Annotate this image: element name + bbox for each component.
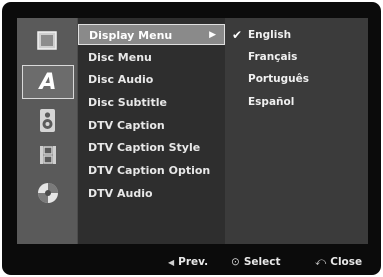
option-espanol[interactable]: Español [225,92,368,112]
close-hint[interactable]: ⤺ Close [315,252,362,272]
speaker-icon [40,109,55,132]
option-label: Português [248,73,309,85]
osd-frame: A Display Menu ▶ Disc Menu Disc Audio Di… [2,2,381,275]
prev-label: Prev. [178,256,209,268]
prev-hint[interactable]: ◀ Prev. [168,252,208,273]
tab-lock[interactable] [22,138,74,172]
menu-item-dtv-audio[interactable]: DTV Audio [78,183,225,204]
disc-icon [38,183,58,203]
option-label: Español [248,96,295,108]
select-hint[interactable]: ⊙ Select [231,252,280,272]
menu-item-dtv-caption-option[interactable]: DTV Caption Option [78,160,225,181]
category-tab-column: A [17,18,77,244]
return-icon: ⤺ [315,256,327,268]
menu-item-disc-audio[interactable]: Disc Audio [78,69,225,90]
language-option-list: ✔ English Français Português Español [225,18,368,244]
menu-item-label: Disc Menu [88,51,152,64]
setup-menu-list: Display Menu ▶ Disc Menu Disc Audio Disc… [78,18,225,244]
menu-item-label: DTV Caption [88,119,165,132]
tab-display[interactable] [22,24,74,58]
menu-item-label: Disc Subtitle [88,96,167,109]
menu-item-dtv-caption[interactable]: DTV Caption [78,115,225,136]
checkmark-icon: ✔ [232,28,243,42]
option-label: Français [248,51,298,63]
display-icon [37,31,57,50]
submenu-arrow-icon: ▶ [209,30,216,40]
menu-item-dtv-caption-style[interactable]: DTV Caption Style [78,137,225,158]
tab-audio[interactable] [22,104,74,138]
option-label: English [248,29,292,41]
select-label: Select [243,256,281,268]
menu-item-display-menu[interactable]: Display Menu ▶ [78,24,225,45]
tab-language[interactable]: A [22,65,74,99]
menu-item-disc-subtitle[interactable]: Disc Subtitle [78,92,225,113]
button-guide-bar: ◀ Prev. ⊙ Select ⤺ Close [2,252,381,272]
menu-item-label: DTV Audio [88,187,153,200]
menu-item-label: DTV Caption Option [88,164,211,177]
option-portugues[interactable]: Português [225,69,368,89]
option-english[interactable]: ✔ English [225,25,368,45]
enter-button-icon: ⊙ [231,256,240,268]
setup-menu-panel: A Display Menu ▶ Disc Menu Disc Audio Di… [17,18,368,244]
menu-item-label: Disc Audio [88,73,154,86]
menu-item-label: Display Menu [89,29,173,42]
option-francais[interactable]: Français [225,47,368,67]
tab-others[interactable] [22,176,74,210]
close-label: Close [330,256,363,268]
left-arrow-icon: ◀ [168,258,175,267]
language-letter-icon: A [39,69,57,95]
film-strip-icon [40,146,56,164]
menu-item-label: DTV Caption Style [88,141,201,154]
menu-item-disc-menu[interactable]: Disc Menu [78,47,225,68]
